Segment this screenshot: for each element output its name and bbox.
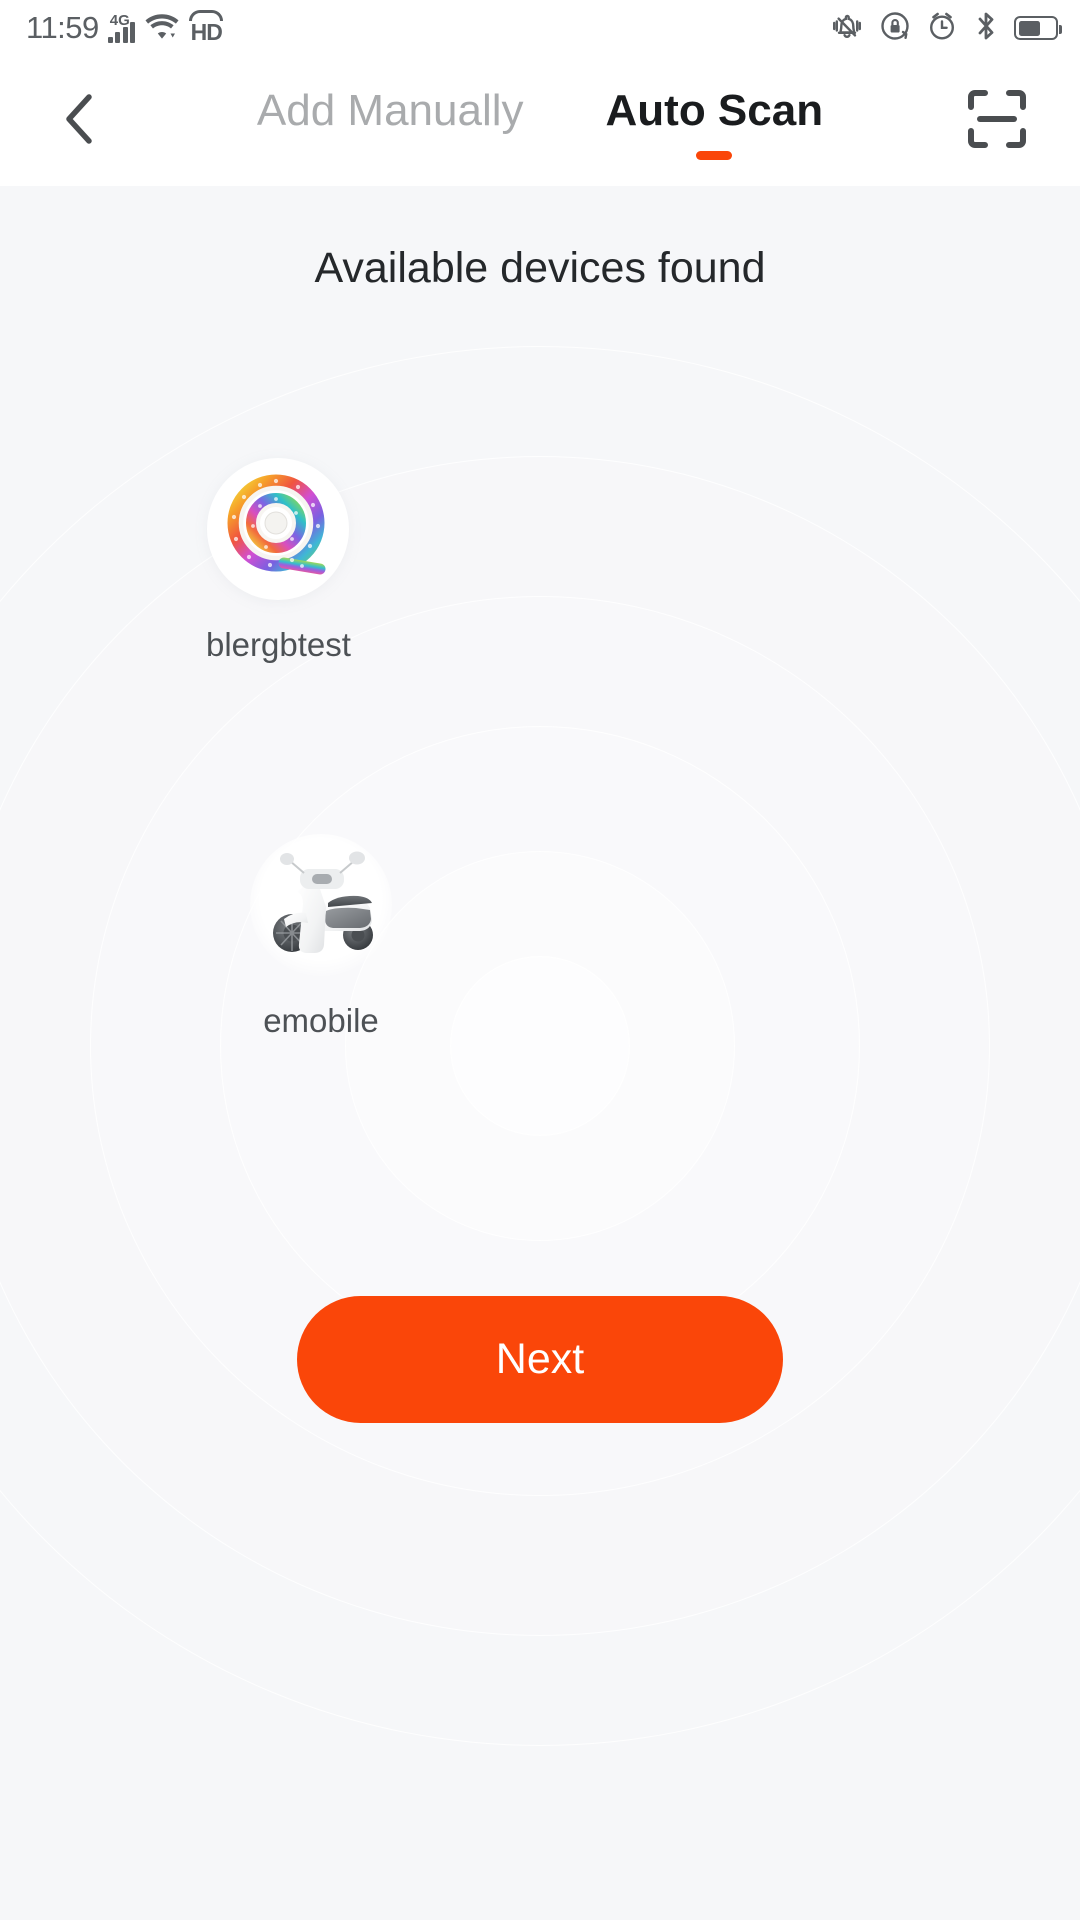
- tab-auto-scan-label: Auto Scan: [605, 85, 824, 135]
- tab-auto-scan-indicator: [696, 150, 733, 160]
- device-icon-container: [207, 458, 350, 600]
- phone-screen: 11:59 4G HD Add Manually Auto Scan Avail…: [0, 0, 1080, 1920]
- tab-add-manually[interactable]: Add Manually: [257, 56, 524, 186]
- tab-add-manually-indicator: [372, 151, 408, 160]
- device-label: emobile: [263, 1002, 379, 1039]
- status-time: 11:59: [26, 10, 99, 45]
- device-icon-container: [250, 834, 392, 976]
- alarm-clock-icon: [926, 10, 958, 47]
- next-button[interactable]: Next: [297, 1296, 783, 1423]
- signal-bars-icon: 4G: [107, 12, 136, 43]
- tab-bar: Add Manually Auto Scan: [0, 56, 1080, 186]
- volte-hd-icon: HD: [189, 10, 224, 46]
- vibrate-bell-icon: [830, 10, 864, 47]
- navigation-bar: Add Manually Auto Scan: [0, 56, 1080, 186]
- qr-scan-icon: [965, 87, 1029, 156]
- status-bar: 11:59 4G HD: [0, 0, 1080, 56]
- qr-scan-button[interactable]: [958, 82, 1036, 160]
- volte-label: HD: [190, 19, 223, 45]
- device-item-blergbtest[interactable]: blergbtest: [206, 458, 351, 664]
- status-bar-right: [830, 10, 1062, 47]
- bluetooth-icon: [973, 10, 999, 47]
- electric-scooter-icon: [262, 847, 380, 964]
- tab-auto-scan[interactable]: Auto Scan: [605, 56, 824, 186]
- battery-icon: [1014, 16, 1062, 40]
- status-bar-left: 11:59 4G HD: [26, 10, 224, 46]
- wifi-icon: [144, 11, 180, 46]
- device-list: blergbtest emobile: [0, 186, 1080, 1920]
- tab-add-manually-label: Add Manually: [256, 85, 524, 135]
- device-label: blergbtest: [206, 626, 351, 663]
- network-type-label: 4G: [109, 12, 130, 29]
- main-content: Available devices found blergbtest emobi…: [0, 186, 1080, 1920]
- rgb-light-strip-icon: [222, 471, 334, 588]
- rotation-lock-icon: [879, 10, 911, 47]
- device-item-emobile[interactable]: emobile: [250, 834, 392, 1040]
